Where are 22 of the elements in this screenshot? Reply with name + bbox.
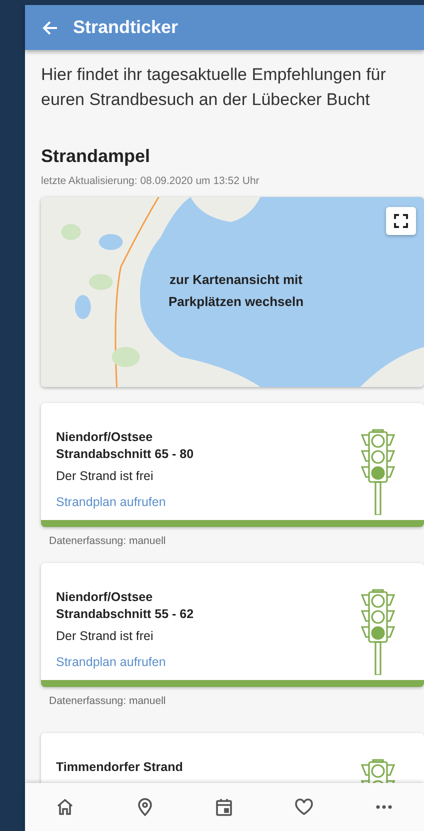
intro-text: Hier findet ihr tagesaktuelle Empfehlungen für euren Strandbesuch an der Lübecker Bucht	[41, 64, 387, 111]
back-button[interactable]	[41, 18, 59, 36]
beach-section: Strandabschnitt 55 - 62	[56, 606, 360, 623]
beach-place: Niendorf/Ostsee	[56, 589, 154, 606]
app-title: Strandticker	[73, 17, 178, 38]
data-source: Datenerfassung: manuell	[49, 535, 167, 547]
data-source: Datenerfassung: manuell	[49, 695, 167, 707]
beach-plan-link[interactable]: Strandplan aufrufen	[56, 655, 166, 669]
beach-plan-link[interactable]: Strandplan aufrufen	[56, 495, 166, 509]
beach-status: Der Strand ist frei	[56, 629, 154, 643]
section-title: Strandampel	[41, 146, 152, 167]
beach-status: Der Strand ist frei	[56, 469, 154, 483]
fullscreen-button[interactable]	[386, 207, 416, 235]
beach-place: Timmendorfer Strand	[56, 759, 184, 776]
beach-place: Niendorf/Ostsee	[56, 429, 154, 446]
heart-icon[interactable]	[294, 797, 314, 817]
fullscreen-icon	[394, 214, 408, 228]
calendar-icon[interactable]	[214, 797, 234, 817]
beach-section: Strandabschnitt 65 - 80	[56, 446, 360, 463]
home-icon[interactable]	[54, 797, 75, 817]
map-caption: zur Kartenansicht mit Parkplätzen wechseln	[167, 271, 305, 311]
update-time: letzte Aktualisierung: 08.09.2020 um 13:52 Uhr	[41, 175, 260, 187]
